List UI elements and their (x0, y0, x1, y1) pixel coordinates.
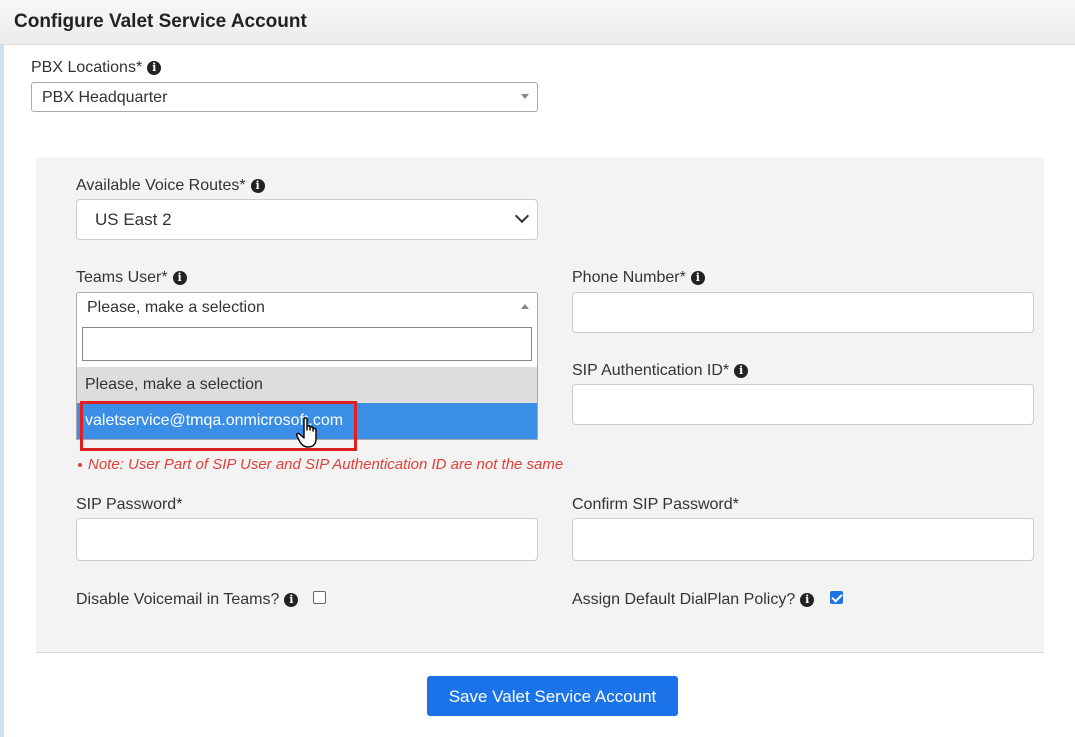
pbx-locations-label: PBX Locations* i (31, 59, 162, 77)
voice-routes-select[interactable]: US East 2 (76, 199, 538, 240)
assign-dialplan-label: Assign Default DialPlan Policy? i (572, 591, 815, 609)
info-icon[interactable]: i (800, 593, 815, 607)
phone-number-input[interactable] (572, 292, 1034, 333)
teams-user-select[interactable]: Please, make a selection (76, 292, 538, 322)
teams-user-label: Teams User* i (76, 269, 187, 287)
sip-auth-id-label: SIP Authentication ID* i (572, 362, 749, 380)
pbx-locations-select[interactable]: PBX Headquarter (31, 82, 538, 112)
info-icon[interactable]: i (172, 271, 187, 285)
panel-divider (36, 652, 1044, 653)
voice-routes-value: US East 2 (95, 210, 172, 229)
voice-routes-label-text: Available Voice Routes* (76, 177, 246, 194)
sip-password-input[interactable] (76, 518, 538, 561)
confirm-sip-password-label: Confirm SIP Password* (572, 496, 739, 513)
confirm-sip-password-input[interactable] (572, 518, 1034, 561)
caret-down-icon (521, 94, 529, 99)
info-icon[interactable]: i (690, 271, 705, 285)
chevron-down-icon (514, 208, 530, 224)
phone-number-label: Phone Number* i (572, 269, 705, 287)
teams-user-value: Please, make a selection (87, 299, 265, 316)
disable-voicemail-checkbox[interactable] (313, 591, 326, 604)
info-icon[interactable]: i (734, 364, 749, 378)
left-edge-strip (0, 0, 4, 737)
info-icon[interactable]: i (250, 179, 265, 193)
phone-number-label-text: Phone Number* (572, 269, 686, 286)
teams-user-label-text: Teams User* (76, 269, 168, 286)
pbx-locations-value: PBX Headquarter (42, 89, 168, 106)
disable-voicemail-label: Disable Voicemail in Teams? i (76, 591, 299, 609)
info-icon[interactable]: i (147, 61, 162, 75)
voice-routes-label: Available Voice Routes* i (76, 177, 265, 195)
caret-up-icon (521, 304, 529, 309)
sip-auth-id-input[interactable] (572, 384, 1034, 425)
disable-voicemail-label-text: Disable Voicemail in Teams? (76, 591, 280, 608)
save-valet-service-account-button[interactable]: Save Valet Service Account (427, 676, 678, 716)
validation-note: Note: User Part of SIP User and SIP Auth… (88, 456, 564, 473)
page-title: Configure Valet Service Account (14, 11, 307, 32)
info-icon[interactable]: i (284, 593, 299, 607)
note-bullet (78, 463, 82, 467)
teams-user-search-input[interactable] (82, 327, 532, 361)
dropdown-option-placeholder[interactable]: Please, make a selection (77, 367, 537, 403)
title-bar: Configure Valet Service Account (0, 0, 1075, 45)
assign-dialplan-checkbox[interactable] (830, 591, 843, 604)
sip-auth-id-label-text: SIP Authentication ID* (572, 362, 730, 379)
hand-pointer-icon (296, 417, 317, 448)
pbx-locations-label-text: PBX Locations* (31, 59, 143, 76)
sip-password-label: SIP Password* (76, 496, 183, 513)
assign-dialplan-label-text: Assign Default DialPlan Policy? (572, 591, 796, 608)
